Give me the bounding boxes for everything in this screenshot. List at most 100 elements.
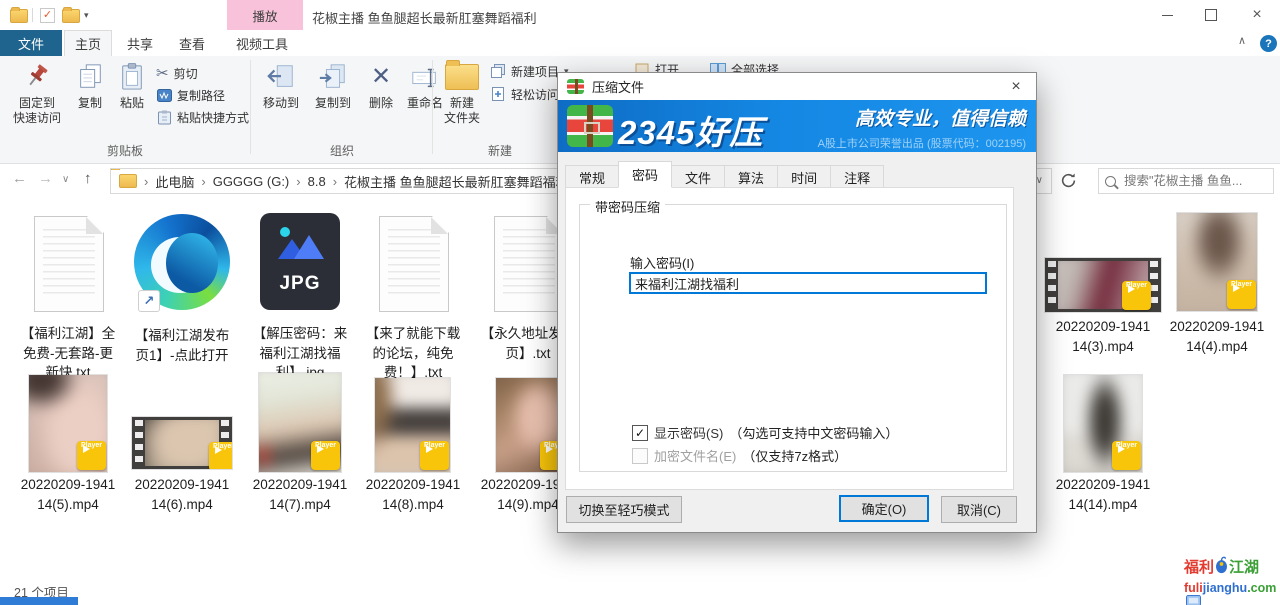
search-box[interactable] <box>1098 168 1274 194</box>
new-folder-icon <box>445 60 479 94</box>
file-item[interactable]: ↗ 【福利江湖发布页1】-点此打开 <box>132 210 232 385</box>
video-thumbnail: Player <box>29 375 107 472</box>
qat-checkbox-icon[interactable]: ✓ <box>40 8 55 23</box>
player-badge-icon: Player <box>1227 280 1256 309</box>
ribbon-tab-row: 文件 主页 共享 查看 视频工具 <box>0 30 1280 56</box>
move-to-label: 移动到 <box>263 96 299 111</box>
quick-access-folder-icon[interactable] <box>10 9 28 23</box>
refresh-icon[interactable] <box>1060 172 1077 192</box>
copy-button[interactable]: 复制 <box>70 60 110 111</box>
watermark-url-2: jianghu <box>1203 581 1247 595</box>
cancel-button[interactable]: 取消(C) <box>941 496 1017 523</box>
password-tab-panel: 带密码压缩 输入密码(I) ✓ 显示密码(S) （勾选可支持中文密码输入） 加密… <box>565 187 1014 490</box>
breadcrumb-folder-icon <box>119 174 137 188</box>
crumb-sep-icon: › <box>296 174 300 189</box>
file-item[interactable]: Player 20220209-194114(14).mp4 <box>1053 373 1153 523</box>
mouse-icon <box>1215 554 1228 578</box>
file-item[interactable]: 【来了就能下载的论坛，纯免费！】.txt <box>363 210 463 385</box>
file-item[interactable]: Player 20220209-194114(7).mp4 <box>250 373 350 523</box>
breadcrumb-item-drive-g[interactable]: GGGGG (G:) <box>213 174 290 189</box>
file-item[interactable]: Player 20220209-194114(8).mp4 <box>363 373 463 523</box>
copy-label: 复制 <box>78 96 102 111</box>
file-item[interactable]: Player 20220209-194114(5).mp4 <box>18 373 118 523</box>
rename-icon <box>410 60 440 94</box>
file-item[interactable]: Player 20220209-194114(4).mp4 <box>1167 210 1267 375</box>
close-icon: × <box>1252 6 1261 24</box>
show-password-note: （勾选可支持中文密码输入） <box>729 423 898 442</box>
file-item[interactable]: Player 20220209-194114(6).mp4 <box>132 373 232 523</box>
encrypt-filenames-checkbox: 加密文件名(E) （仅支持7z格式） <box>632 446 847 465</box>
dialog-tab-files[interactable]: 文件 <box>671 165 725 188</box>
move-to-icon <box>266 60 296 94</box>
video-thumbnail: Player <box>375 378 450 472</box>
easy-access-button[interactable]: 轻松访问 <box>490 85 559 103</box>
video-thumbnail: Player <box>1064 375 1142 472</box>
brand-slogan: 高效专业，值得信赖 <box>818 104 1026 131</box>
haozip-app-icon <box>567 79 584 94</box>
tab-video-tools[interactable]: 视频工具 <box>222 30 302 56</box>
show-password-checkbox[interactable]: ✓ 显示密码(S) （勾选可支持中文密码输入） <box>632 423 898 442</box>
copy-to-button[interactable]: 复制到 <box>308 60 358 111</box>
tab-view[interactable]: 查看 <box>168 30 216 56</box>
close-icon: × <box>1011 78 1020 96</box>
file-item[interactable]: Player 20220209-194114(3).mp4 <box>1053 210 1153 375</box>
checkbox-unchecked-icon <box>632 448 648 464</box>
move-to-button[interactable]: 移动到 <box>256 60 306 111</box>
delete-button[interactable]: ✕ 删除 <box>362 60 400 111</box>
dialog-tab-time[interactable]: 时间 <box>777 165 831 188</box>
paste-shortcut-label: 粘贴快捷方式 <box>177 109 249 126</box>
player-badge-icon: Player <box>209 442 232 469</box>
qat-customize-caret-icon[interactable]: ▾ <box>84 10 89 21</box>
dialog-close-button[interactable]: × <box>996 73 1036 100</box>
watermark-cn-right: 江湖 <box>1229 556 1259 577</box>
text-file-icon <box>494 216 564 312</box>
watermark: 福利 江湖 fulijianghu.com <box>1184 554 1280 605</box>
copy-to-icon <box>318 60 348 94</box>
help-icon[interactable]: ? <box>1260 35 1277 52</box>
dialog-tab-algorithm[interactable]: 算法 <box>724 165 778 188</box>
window-title: 花椒主播 鱼鱼腿超长最新肛塞舞蹈福利 <box>312 8 537 27</box>
password-input[interactable] <box>629 272 987 294</box>
file-item[interactable]: 【福利江湖】全免费-无套路-更新快.txt <box>18 210 118 385</box>
copy-to-label: 复制到 <box>315 96 351 111</box>
tab-share[interactable]: 共享 <box>116 30 164 56</box>
breadcrumb-item-this-pc[interactable]: 此电脑 <box>155 172 194 191</box>
new-folder-button[interactable]: 新建 文件夹 <box>438 60 486 126</box>
contextual-tab-play[interactable]: 播放 <box>227 0 303 30</box>
breadcrumb-item-8-8[interactable]: 8.8 <box>308 174 326 189</box>
ok-button[interactable]: 确定(O) <box>839 495 929 522</box>
cut-button[interactable]: ✂ 剪切 <box>156 64 198 82</box>
dialog-titlebar: 压缩文件 <box>558 73 1036 100</box>
monitor-icon <box>1186 595 1201 605</box>
breadcrumb-item-current-folder[interactable]: 花椒主播 鱼鱼腿超长最新肛塞舞蹈福利 <box>344 172 569 191</box>
forward-icon[interactable]: → <box>38 170 53 187</box>
easy-access-icon <box>490 86 506 102</box>
switch-light-mode-button[interactable]: 切换至轻巧模式 <box>566 496 682 523</box>
file-name: 20220209-194114(4).mp4 <box>1167 317 1267 356</box>
file-item[interactable]: JPG 【解压密码：来福利江湖找福利】.jpg <box>250 210 350 385</box>
dialog-tab-comment[interactable]: 注释 <box>830 165 884 188</box>
paste-button[interactable]: 粘贴 <box>112 60 152 111</box>
copy-path-button[interactable]: 复制路径 <box>156 86 225 104</box>
bottom-blue-strip <box>0 597 78 605</box>
maximize-button[interactable] <box>1190 0 1232 30</box>
qat-folder-icon[interactable] <box>62 9 80 23</box>
close-button[interactable]: × <box>1236 0 1278 30</box>
tab-file[interactable]: 文件 <box>0 30 62 56</box>
up-icon[interactable]: ↑ <box>84 170 92 187</box>
paste-shortcut-button[interactable]: 粘贴快捷方式 <box>156 108 249 126</box>
groupbox-title: 带密码压缩 <box>590 197 665 216</box>
player-badge-icon: Player <box>311 441 340 470</box>
player-badge-icon: Player <box>1112 441 1141 470</box>
qat-separator <box>32 8 33 22</box>
dialog-tab-password[interactable]: 密码 <box>618 161 672 188</box>
pin-to-quick-access-button[interactable]: 固定到 快速访问 <box>6 60 68 126</box>
dialog-tab-general[interactable]: 常规 <box>565 165 619 188</box>
search-input[interactable] <box>1122 173 1256 189</box>
minimize-button[interactable] <box>1146 0 1188 30</box>
tab-home[interactable]: 主页 <box>64 30 112 56</box>
collapse-ribbon-icon[interactable]: ∧ <box>1238 34 1246 47</box>
recent-locations-icon[interactable]: ∨ <box>62 174 69 185</box>
shortcut-arrow-icon: ↗ <box>138 290 160 312</box>
back-icon[interactable]: ← <box>12 170 27 187</box>
